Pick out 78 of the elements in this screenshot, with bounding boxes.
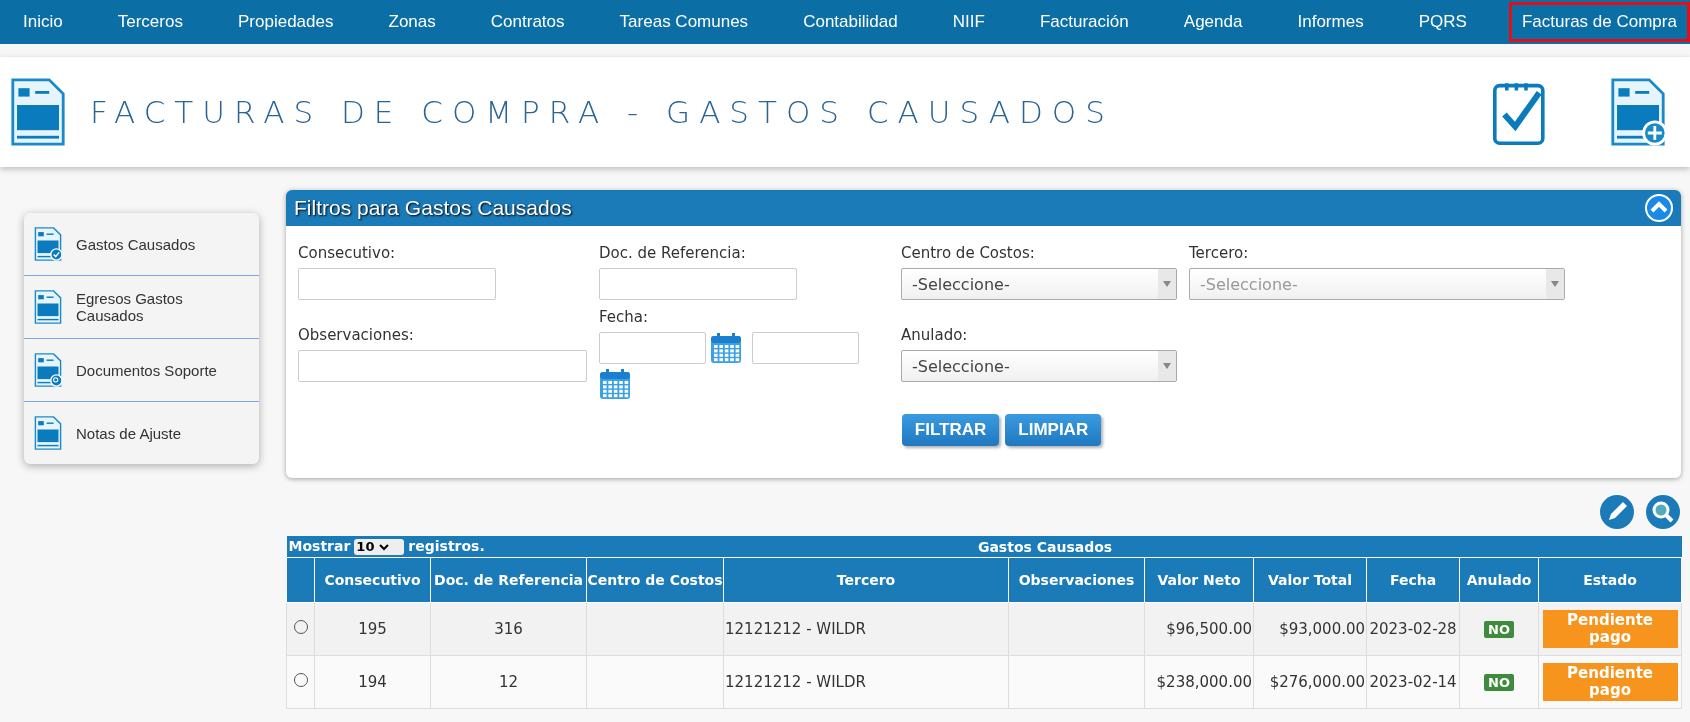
calendar-icon[interactable] bbox=[599, 368, 631, 400]
document-icon bbox=[10, 76, 66, 148]
field-label: Observaciones: bbox=[298, 326, 415, 344]
field-label: Doc. de Referencia: bbox=[599, 244, 747, 262]
table-cell: $93,000.00 bbox=[1253, 602, 1367, 656]
table-title: Gastos Causados bbox=[977, 538, 1113, 555]
table-cell: $96,500.00 bbox=[1144, 602, 1254, 656]
column-header: Fecha bbox=[1366, 557, 1460, 603]
document-icon bbox=[34, 289, 62, 325]
nav-item[interactable]: Inicio bbox=[10, 2, 76, 42]
table-cell: 2023-02-14 bbox=[1366, 655, 1460, 709]
filter-button[interactable]: LIMPIAR bbox=[1005, 414, 1102, 446]
collapse-icon[interactable] bbox=[1645, 194, 1673, 222]
calendar-icon[interactable] bbox=[710, 332, 742, 364]
status-badge: NO bbox=[1484, 673, 1515, 691]
table-cell: 12 bbox=[430, 655, 587, 709]
table-cell: 316 bbox=[430, 602, 587, 656]
date-field[interactable] bbox=[599, 332, 706, 364]
nav-item[interactable]: PQRS bbox=[1405, 2, 1480, 42]
sidebar-item[interactable]: Documentos Soporte bbox=[24, 339, 259, 402]
field-label: Consecutivo: bbox=[298, 244, 397, 262]
document-icon bbox=[34, 415, 62, 451]
caret-icon bbox=[1163, 281, 1171, 287]
column-header: Anulado bbox=[1459, 557, 1539, 603]
caret-icon bbox=[1551, 281, 1559, 287]
column-header: Valor Neto bbox=[1144, 557, 1254, 603]
caret-icon bbox=[1163, 363, 1171, 369]
table-cell: $238,000.00 bbox=[1144, 655, 1254, 709]
nav-item[interactable]: Facturas de Compra bbox=[1508, 2, 1690, 42]
table-cell: 194 bbox=[314, 655, 431, 709]
nav-item[interactable]: NIIF bbox=[939, 2, 998, 42]
panel-title: Filtros para Gastos Causados bbox=[294, 196, 572, 220]
page-title: FACTURAS DE COMPRA - GASTOS CAUSADOS bbox=[90, 94, 1115, 130]
nav-item[interactable]: Tareas Comunes bbox=[606, 2, 762, 42]
add-document-icon bbox=[1610, 76, 1666, 148]
records-label: registros. bbox=[408, 538, 485, 554]
caret-icon bbox=[378, 544, 389, 551]
table-cell: 12121212 - WILDR bbox=[723, 655, 1009, 709]
nav-item[interactable]: Contratos bbox=[477, 2, 578, 42]
sidebar-item[interactable]: Notas de Ajuste bbox=[24, 402, 259, 464]
column-header: Doc. de Referencia bbox=[430, 557, 587, 603]
text-field[interactable] bbox=[298, 268, 496, 300]
show-label: Mostrar bbox=[288, 538, 351, 554]
column-header: Tercero bbox=[723, 557, 1009, 603]
nav-item[interactable]: Terceros bbox=[104, 2, 196, 42]
sidebar-item[interactable]: Egresos Gastos Causados bbox=[24, 276, 259, 339]
column-header: Observaciones bbox=[1008, 557, 1145, 603]
page-size-select[interactable]: 10 bbox=[354, 539, 405, 555]
filter-button[interactable]: FILTRAR bbox=[901, 414, 1000, 446]
text-field[interactable] bbox=[599, 268, 797, 300]
field-label: Centro de Costos: bbox=[901, 244, 1036, 262]
text-field[interactable] bbox=[298, 350, 587, 382]
status-badge: NO bbox=[1484, 620, 1515, 638]
document-icon bbox=[34, 226, 62, 262]
table-cell: 2023-02-28 bbox=[1366, 602, 1460, 656]
sidebar-item[interactable]: Gastos Causados bbox=[24, 213, 259, 276]
nav-item[interactable]: Contabilidad bbox=[790, 2, 911, 42]
field-label: Anulado: bbox=[901, 326, 969, 344]
document-icon bbox=[34, 352, 62, 388]
column-header: Valor Total bbox=[1253, 557, 1367, 603]
field-label: Fecha: bbox=[599, 308, 650, 326]
nav-item[interactable]: Agenda bbox=[1170, 2, 1256, 42]
select-field[interactable]: -Seleccione- bbox=[901, 350, 1177, 382]
column-header: Estado bbox=[1538, 557, 1682, 603]
table-cell: $276,000.00 bbox=[1253, 655, 1367, 709]
edit-icon[interactable] bbox=[1599, 494, 1635, 530]
date-field[interactable] bbox=[752, 332, 859, 364]
nav-item[interactable]: Zonas bbox=[375, 2, 449, 42]
search-icon[interactable] bbox=[1645, 494, 1681, 530]
column-header: Consecutivo bbox=[314, 557, 431, 603]
select-field[interactable]: -Seleccione- bbox=[901, 268, 1177, 300]
table-cell: 12121212 - WILDR bbox=[723, 602, 1009, 656]
nav-item[interactable]: Propiedades bbox=[225, 2, 347, 42]
nav-item[interactable]: Informes bbox=[1284, 2, 1377, 42]
table-cell: 195 bbox=[314, 602, 431, 656]
field-label: Tercero: bbox=[1189, 244, 1250, 262]
nav-item[interactable]: Facturación bbox=[1026, 2, 1142, 42]
column-header: Centro de Costos bbox=[586, 557, 724, 603]
